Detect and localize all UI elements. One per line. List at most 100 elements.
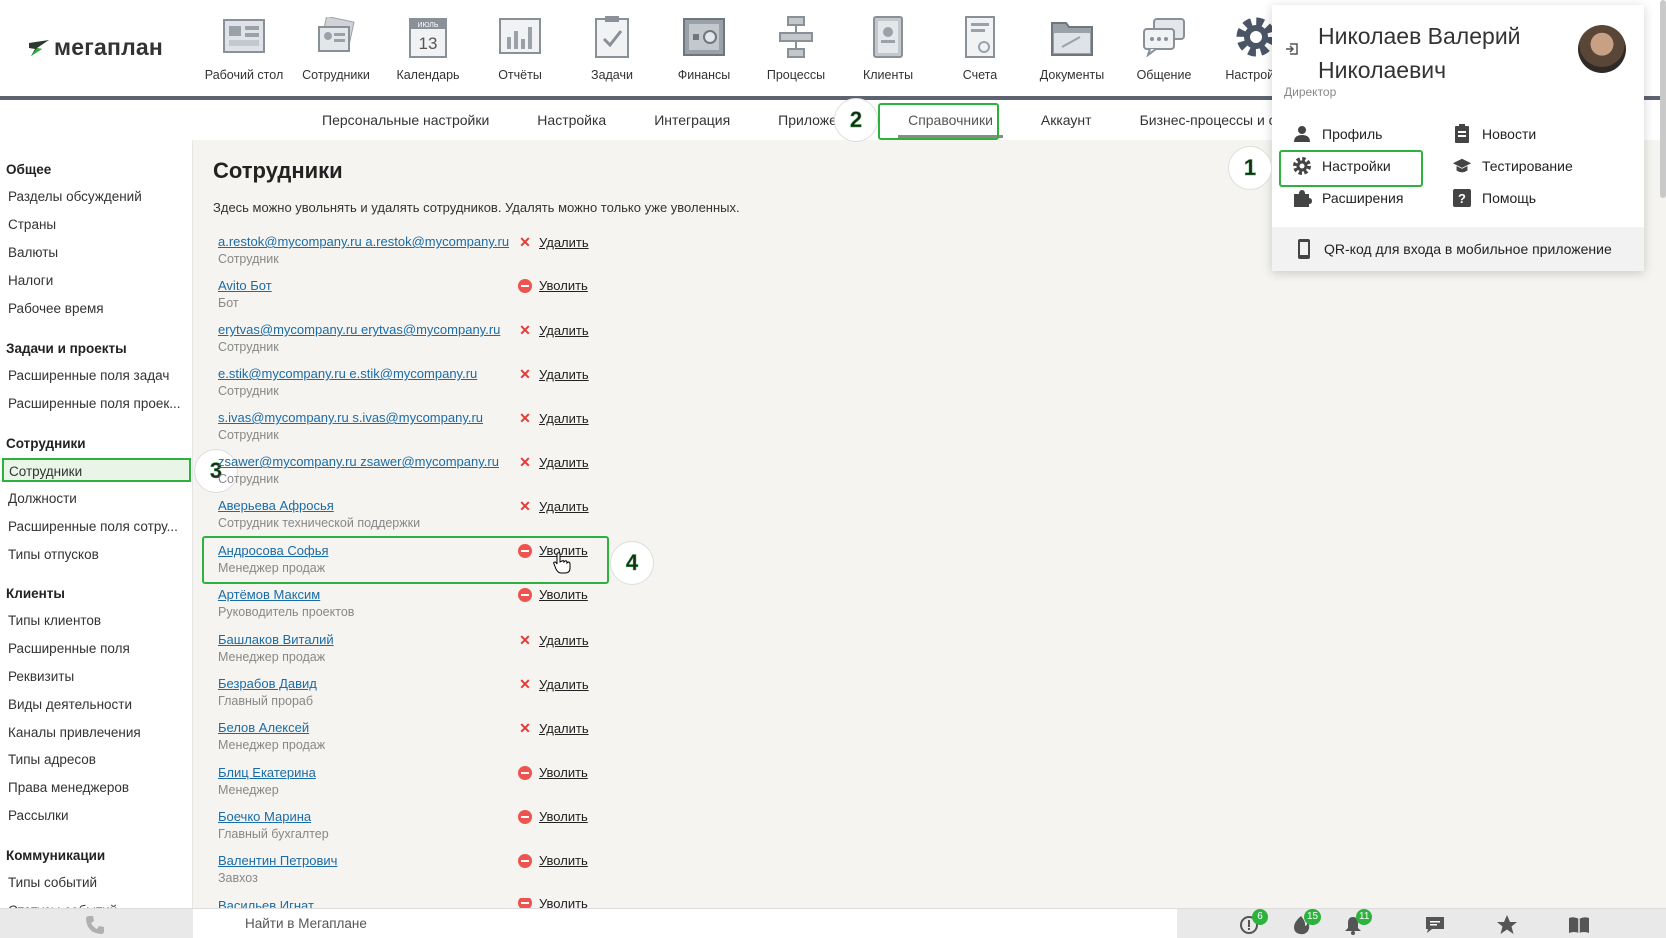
nav-chat[interactable]: Общение bbox=[1118, 12, 1210, 82]
nav-label: Отчёты bbox=[498, 68, 542, 82]
sidebar-item[interactable]: Каналы привлечения bbox=[0, 725, 141, 740]
employee-role: Менеджер bbox=[218, 783, 279, 797]
sidebar: Общее Разделы обсуждений Страны Валюты Н… bbox=[0, 140, 193, 911]
tab-setup[interactable]: Настройка bbox=[513, 112, 630, 128]
fire-button[interactable]: Уволить bbox=[518, 809, 588, 824]
sidebar-item[interactable]: Валюты bbox=[0, 245, 58, 260]
delete-button[interactable]: ✕ Удалить bbox=[518, 498, 589, 515]
page-description: Здесь можно увольнять и удалять сотрудни… bbox=[213, 200, 740, 215]
sidebar-item[interactable]: Типы событий bbox=[0, 875, 97, 890]
menu-item-help[interactable]: ? Помощь bbox=[1452, 188, 1536, 208]
sidebar-item[interactable]: Страны bbox=[0, 217, 56, 232]
user-name-line2: Николаевич bbox=[1318, 57, 1447, 83]
step-badge-4: 4 bbox=[610, 541, 654, 585]
sidebar-item[interactable]: Типы отпусков bbox=[0, 547, 99, 562]
sidebar-item[interactable]: Расширенные поля сотру... bbox=[0, 519, 178, 534]
global-search[interactable]: Найти в Мегаплане bbox=[193, 909, 1177, 938]
messages-icon[interactable] bbox=[1424, 914, 1446, 936]
action-label: Уволить bbox=[539, 278, 588, 293]
fire-icon bbox=[518, 765, 532, 780]
delete-button[interactable]: ✕ Удалить bbox=[518, 366, 589, 383]
employees-icon bbox=[311, 12, 361, 62]
delete-button[interactable]: ✕ Удалить bbox=[518, 676, 589, 693]
delete-button[interactable]: ✕ Удалить bbox=[518, 410, 589, 427]
logo[interactable]: мегаплан bbox=[28, 34, 163, 61]
fire-button[interactable]: Уволить bbox=[518, 898, 588, 908]
fire-icon bbox=[518, 809, 532, 824]
nav-employees[interactable]: Сотрудники bbox=[290, 12, 382, 82]
delete-button[interactable]: ✕ Удалить bbox=[518, 322, 589, 339]
nav-finance[interactable]: Финансы bbox=[658, 12, 750, 82]
qr-login-link[interactable]: QR-код для входа в мобильное приложение bbox=[1294, 239, 1612, 259]
logo-icon bbox=[29, 39, 49, 56]
nav-tasks[interactable]: Задачи bbox=[566, 12, 658, 82]
employee-role: Сотрудник bbox=[218, 384, 279, 398]
nav-reports[interactable]: Отчёты bbox=[474, 12, 566, 82]
tab-personal-settings[interactable]: Персональные настройки bbox=[298, 112, 513, 128]
nav-documents[interactable]: Документы bbox=[1026, 12, 1118, 82]
highlight-settings-menu-item bbox=[1279, 150, 1423, 187]
step-badge-1: 1 bbox=[1228, 146, 1272, 190]
page-title: Сотрудники bbox=[213, 158, 343, 183]
action-label: Удалить bbox=[539, 499, 589, 514]
search-placeholder: Найти в Мегаплане bbox=[245, 916, 367, 931]
delete-icon: ✕ bbox=[519, 322, 531, 338]
nav-processes[interactable]: Процессы bbox=[750, 12, 842, 82]
sidebar-item[interactable]: Типы клиентов bbox=[0, 613, 101, 628]
notifications-button[interactable]: 11 bbox=[1342, 909, 1373, 936]
delete-button[interactable]: ✕ Удалить bbox=[518, 720, 589, 737]
sidebar-item[interactable]: Расширенные поля задач bbox=[0, 368, 169, 383]
sidebar-item[interactable]: Типы адресов bbox=[0, 752, 96, 767]
delete-button[interactable]: ✕ Удалить bbox=[518, 234, 589, 251]
book-icon[interactable] bbox=[1568, 914, 1590, 936]
menu-item-testing[interactable]: Тестирование bbox=[1452, 156, 1573, 176]
menu-item-extensions[interactable]: Расширения bbox=[1292, 188, 1403, 208]
fire-button[interactable]: Уволить bbox=[518, 765, 588, 780]
phone-icon[interactable] bbox=[84, 914, 106, 936]
menu-item-news[interactable]: Новости bbox=[1452, 124, 1536, 144]
sidebar-item[interactable]: Налоги bbox=[0, 273, 53, 288]
sidebar-item[interactable]: Реквизиты bbox=[0, 669, 74, 684]
fire-button[interactable]: Уволить bbox=[518, 278, 588, 293]
nav-label: Общение bbox=[1136, 68, 1192, 82]
highlight-employee-row bbox=[202, 536, 609, 584]
menu-item-label: Расширения bbox=[1322, 190, 1404, 206]
bottom-bar: Найти в Мегаплане 6 15 11 bbox=[0, 908, 1666, 938]
sidebar-section-title: Общее bbox=[6, 162, 52, 177]
hot-button[interactable]: 15 bbox=[1290, 909, 1322, 936]
menu-item-profile[interactable]: Профиль bbox=[1292, 124, 1382, 144]
qr-footer: QR-код для входа в мобильное приложение bbox=[1272, 227, 1644, 271]
star-icon[interactable] bbox=[1496, 914, 1518, 936]
sidebar-item[interactable]: Права менеджеров bbox=[0, 780, 129, 795]
sidebar-item[interactable]: Разделы обсуждений bbox=[0, 189, 142, 204]
nav-desktop[interactable]: Рабочий стол bbox=[198, 12, 290, 82]
delete-button[interactable]: ✕ Удалить bbox=[518, 454, 589, 471]
tab-account[interactable]: Аккаунт bbox=[1017, 112, 1116, 128]
sidebar-item[interactable]: Виды деятельности bbox=[0, 697, 132, 712]
nav-clients[interactable]: Клиенты bbox=[842, 12, 934, 82]
delete-icon: ✕ bbox=[519, 234, 531, 250]
nav-label: Документы bbox=[1039, 68, 1105, 82]
sidebar-item-employees[interactable]: Сотрудники bbox=[2, 458, 191, 482]
employee-role: Сотрудник bbox=[218, 340, 279, 354]
menu-item-label: Профиль bbox=[1322, 126, 1383, 142]
sidebar-item[interactable]: Рабочее время bbox=[0, 301, 104, 316]
sidebar-item[interactable]: Рассылки bbox=[0, 808, 69, 823]
delete-button[interactable]: ✕ Удалить bbox=[518, 632, 589, 649]
page-scrollbar[interactable] bbox=[1660, 0, 1666, 198]
nav-invoices[interactable]: Счета bbox=[934, 12, 1026, 82]
nav-calendar[interactable]: ИЮЛЬ 13 Календарь bbox=[382, 12, 474, 82]
alerts-button[interactable]: 6 bbox=[1238, 909, 1268, 936]
employee-role: Главный бухгалтер bbox=[218, 827, 329, 841]
avatar[interactable] bbox=[1578, 25, 1626, 73]
sidebar-item[interactable]: Должности bbox=[0, 491, 77, 506]
tab-integration[interactable]: Интеграция bbox=[630, 112, 754, 128]
fire-button[interactable]: Уволить bbox=[518, 853, 588, 868]
nav-label: Процессы bbox=[766, 68, 826, 82]
fire-button[interactable]: Уволить bbox=[518, 587, 588, 602]
documents-icon bbox=[1047, 12, 1097, 62]
employee-role: Сотрудник технической поддержки bbox=[218, 516, 421, 530]
sidebar-item[interactable]: Расширенные поля bbox=[0, 641, 130, 656]
sidebar-item[interactable]: Расширенные поля проек... bbox=[0, 396, 181, 411]
login-icon[interactable] bbox=[1284, 41, 1300, 57]
